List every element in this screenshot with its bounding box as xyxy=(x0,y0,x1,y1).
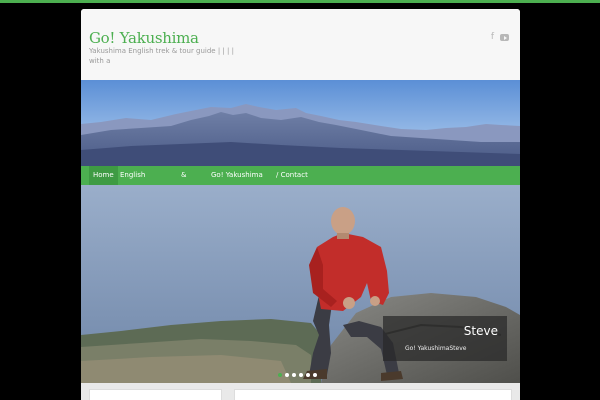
content-area xyxy=(81,383,520,400)
nav-item-contact[interactable]: / Contact xyxy=(276,166,308,185)
slide-caption-subtitle: Go! YakushimaSteve xyxy=(405,345,467,352)
youtube-icon[interactable] xyxy=(500,34,509,41)
site-title-link[interactable]: Go! Yakushima xyxy=(89,29,199,47)
header-banner-image xyxy=(81,80,520,166)
slider-pagination xyxy=(278,373,317,377)
nav-item-english[interactable]: English xyxy=(120,166,145,185)
hero-slider[interactable]: Steve Go! YakushimaSteve xyxy=(81,185,520,383)
top-accent-bar xyxy=(0,0,600,3)
site-description: Yakushima English trek & tour guide | | … xyxy=(89,47,234,65)
slider-dot[interactable] xyxy=(285,373,289,377)
slider-dot[interactable] xyxy=(299,373,303,377)
nav-item-go-yakushima[interactable]: Go! Yakushima xyxy=(211,166,263,185)
main-content-card xyxy=(234,389,512,400)
slide-caption-title: Steve xyxy=(463,324,498,338)
social-links: f xyxy=(491,33,509,42)
slider-dot[interactable] xyxy=(313,373,317,377)
slider-dot[interactable] xyxy=(306,373,310,377)
slide-caption: Steve Go! YakushimaSteve xyxy=(383,316,507,361)
site-container: Go! Yakushima Yakushima English trek & t… xyxy=(81,9,520,400)
slider-play-icon[interactable] xyxy=(278,373,282,377)
slider-dot[interactable] xyxy=(292,373,296,377)
facebook-icon[interactable]: f xyxy=(491,33,494,42)
main-navigation: Home English & Go! Yakushima / Contact xyxy=(81,166,520,185)
nav-item-home[interactable]: Home xyxy=(89,166,118,185)
site-header: Go! Yakushima Yakushima English trek & t… xyxy=(81,9,520,80)
nav-item-and[interactable]: & xyxy=(181,166,186,185)
sidebar-card xyxy=(89,389,222,400)
